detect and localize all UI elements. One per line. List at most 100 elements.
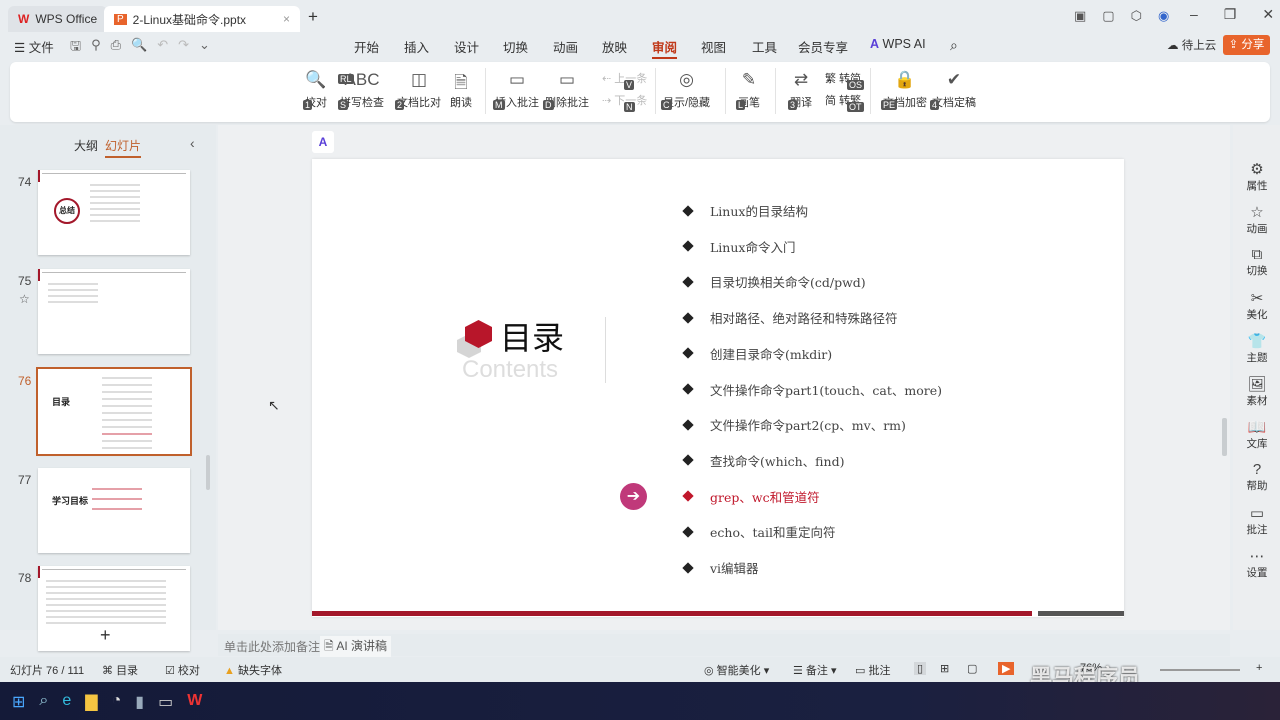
toc-item[interactable]: 文件操作命令part2(cp、mv、rm) xyxy=(682,415,906,434)
add-slide-icon[interactable]: + xyxy=(100,625,111,646)
sidebar-item-3[interactable]: ✂ 美化 xyxy=(1236,289,1278,322)
toc-item[interactable]: 创建目录命令(mkdir) xyxy=(682,344,832,363)
slide-thumbnail-74[interactable]: 总结 xyxy=(38,170,190,255)
sorter-view-icon[interactable]: ⊞ xyxy=(940,662,949,675)
share-button[interactable]: ⇪ 分享 xyxy=(1223,35,1270,55)
sidebar-item-6[interactable]: 📖 文库 xyxy=(1236,418,1278,451)
tab-wps-office[interactable]: W WPS Office xyxy=(8,6,108,32)
sidebar-item-5[interactable]: 🖼 素材 xyxy=(1236,375,1278,408)
normal-view-icon[interactable]: ▯ xyxy=(914,662,927,675)
sidebar-item-4[interactable]: 👕 主题 xyxy=(1236,332,1278,365)
wps-ai-float-icon[interactable]: A xyxy=(312,131,334,153)
panel-scrollbar[interactable] xyxy=(206,455,210,490)
beautify-button[interactable]: ◎ 智能美化 ▾ xyxy=(704,662,769,678)
print-icon[interactable]: ⎙ xyxy=(111,37,121,59)
close-tab-icon[interactable]: × xyxy=(283,12,290,26)
slide-number: 75 xyxy=(18,274,32,288)
file-explorer-icon[interactable]: ▇ xyxy=(85,692,97,712)
toc-item[interactable]: 查找命令(which、find) xyxy=(682,451,844,470)
diamond-bullet-icon xyxy=(682,454,694,467)
menu-tab-9[interactable]: 会员专享 xyxy=(798,37,848,56)
comment-toggle[interactable]: ▭ 批注 xyxy=(855,662,890,678)
sidebar-icon-1: ☆ xyxy=(1250,204,1264,221)
slide-thumbnail-78[interactable] xyxy=(38,566,190,651)
sidebar-item-9[interactable]: ⋯ 设置 xyxy=(1236,547,1278,580)
maximize-icon[interactable]: ❐ xyxy=(1224,6,1237,23)
shortcut-key-badge: C xyxy=(661,100,672,110)
shortcut-key-badge: V xyxy=(624,80,635,90)
slide-76[interactable]: 目录 Contents Linux的目录结构 Linux命令入门 目录切换相关命令(… xyxy=(312,159,1124,617)
sidebar-item-7[interactable]: ? 帮助 xyxy=(1236,461,1278,493)
calculator-icon[interactable]: ▮ xyxy=(135,692,144,712)
search-taskbar-icon[interactable]: ⌕ xyxy=(39,692,48,712)
canvas-scrollbar[interactable] xyxy=(1222,418,1227,456)
menu-tab-1[interactable]: 插入 xyxy=(404,37,429,56)
new-tab-icon[interactable]: + xyxy=(308,7,318,27)
ai-speech-button[interactable]: 🗎 AI 演讲稿 xyxy=(320,636,392,659)
zoom-slider[interactable] xyxy=(1160,669,1240,671)
notes-toggle[interactable]: ☰ 备注 ▾ xyxy=(793,662,837,678)
toc-item[interactable]: vi编辑器 xyxy=(682,558,759,577)
skin-icon[interactable]: ▣ xyxy=(1074,8,1086,24)
share-link-icon[interactable]: ⚲ xyxy=(91,37,101,59)
windows-start-icon[interactable]: ⊞ xyxy=(12,692,25,712)
save-icon[interactable]: 🖫 xyxy=(70,37,81,59)
wps-taskbar-icon[interactable]: W xyxy=(187,692,202,712)
wps-ai-button[interactable]: A WPS AI xyxy=(870,37,926,51)
menu-tab-3[interactable]: 切换 xyxy=(503,37,528,56)
notes-placeholder[interactable]: 单击此处添加备注 xyxy=(224,638,320,655)
sidebar-item-1[interactable]: ☆ 动画 xyxy=(1236,203,1278,236)
proofread-button[interactable]: ☑ 校对 xyxy=(165,662,200,678)
diamond-bullet-icon xyxy=(682,490,694,502)
menu-tab-6[interactable]: 审阅 xyxy=(652,37,678,59)
toc-item[interactable]: 文件操作命令part1(touch、cat、more) xyxy=(682,380,942,399)
clock-app-icon[interactable]: ◔ xyxy=(112,692,122,712)
slide-thumbnail-76[interactable]: 目录 xyxy=(36,367,192,456)
toc-item[interactable]: Linux命令入门 xyxy=(682,237,795,256)
sidebar-item-2[interactable]: ⧉ 切换 xyxy=(1236,246,1278,278)
notes-bar[interactable]: 单击此处添加备注 🗎 AI 演讲稿 xyxy=(218,634,1230,659)
toc-item[interactable]: Linux的目录结构 xyxy=(682,201,808,220)
print-preview-icon[interactable]: 🔍 xyxy=(131,37,147,59)
slide-thumbnail-77[interactable]: 学习目标 xyxy=(38,468,190,553)
cloud-button[interactable]: ☁ 待上云 xyxy=(1167,37,1216,53)
sidebar-item-8[interactable]: ▭ 批注 xyxy=(1236,504,1278,537)
menu-tab-4[interactable]: 动画 xyxy=(553,37,578,56)
outline-button[interactable]: ⌘ 目录 xyxy=(102,662,138,678)
close-icon[interactable]: ✕ xyxy=(1262,6,1274,23)
minimize-icon[interactable]: – xyxy=(1190,6,1198,23)
star-icon[interactable]: ☆ xyxy=(19,292,30,306)
menu-tab-8[interactable]: 工具 xyxy=(752,37,777,56)
toc-item[interactable]: echo、tail和重定向符 xyxy=(682,522,835,541)
more-icon[interactable]: ⌄ xyxy=(199,37,210,59)
ribbon-icon-6: ⇠ xyxy=(602,72,612,85)
redo-icon[interactable]: ↷ xyxy=(178,37,189,59)
tab-document[interactable]: P 2-Linux基础命令.pptx × xyxy=(104,6,300,32)
toc-item[interactable]: 目录切换相关命令(cd/pwd) xyxy=(682,272,866,291)
menu-tab-0[interactable]: 开始 xyxy=(354,37,379,56)
toc-item[interactable]: grep、wc和管道符 xyxy=(682,487,820,506)
cube-icon[interactable]: ⬡ xyxy=(1131,8,1142,24)
menu-tab-2[interactable]: 设计 xyxy=(454,37,479,56)
undo-icon[interactable]: ↶ xyxy=(157,37,168,59)
sidebar-icon-8: ▭ xyxy=(1249,505,1265,522)
slide-thumbnail-75[interactable] xyxy=(38,269,190,354)
menu-tab-5[interactable]: 放映 xyxy=(602,37,627,56)
edge-icon[interactable]: e xyxy=(62,692,71,712)
missing-font-button[interactable]: ▲ 缺失字体 xyxy=(224,662,282,678)
tab-slides[interactable]: 幻灯片 xyxy=(105,137,142,158)
ai-assistant-icon[interactable]: ◉ xyxy=(1158,8,1169,24)
collapse-panel-icon[interactable]: ‹ xyxy=(190,135,195,151)
menu-tab-7[interactable]: 视图 xyxy=(701,37,726,56)
reading-view-icon[interactable]: ▢ xyxy=(967,662,977,675)
terminal-icon[interactable]: ▭ xyxy=(158,692,173,712)
toc-item[interactable]: 相对路径、绝对路径和特殊路径符 xyxy=(682,308,898,327)
tab-outline[interactable]: 大纲 xyxy=(74,137,98,154)
file-menu[interactable]: ☰ 文件 xyxy=(14,37,54,56)
ribbon-btn-3[interactable]: 🗎 朗读 xyxy=(450,70,472,110)
sidebar-item-0[interactable]: ⚙ 属性 xyxy=(1236,160,1278,193)
play-slideshow-button[interactable]: ▶ xyxy=(998,662,1015,675)
search-icon[interactable]: ⌕ xyxy=(950,37,958,54)
zoom-in-icon[interactable]: + xyxy=(1256,662,1262,674)
window-icon[interactable]: ▢ xyxy=(1102,8,1114,24)
